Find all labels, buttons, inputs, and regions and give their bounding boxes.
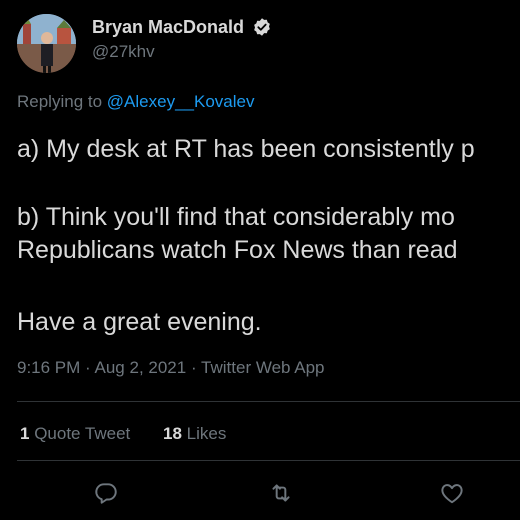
like-icon bbox=[441, 484, 463, 504]
replying-to-line: Replying to @Alexey__Kovalev bbox=[17, 92, 254, 112]
retweet-button[interactable] bbox=[268, 480, 294, 506]
tweet-meta: 9:16 PM · Aug 2, 2021 · Twitter Web App bbox=[17, 358, 325, 378]
avatar-photo bbox=[17, 14, 76, 73]
like-count: 18 bbox=[163, 424, 182, 443]
quote-count: 1 bbox=[20, 424, 30, 443]
meta-separator: · bbox=[85, 358, 91, 377]
tweet-date[interactable]: Aug 2, 2021 bbox=[95, 358, 187, 377]
likes-stat[interactable]: 18 Likes bbox=[163, 424, 226, 444]
avatar[interactable] bbox=[17, 14, 76, 73]
tweet-source[interactable]: Twitter Web App bbox=[201, 358, 324, 377]
tweet-detail: Bryan MacDonald @27khv Replying to @Alex… bbox=[0, 0, 520, 520]
tweet-time[interactable]: 9:16 PM bbox=[17, 358, 80, 377]
divider bbox=[17, 401, 520, 402]
divider bbox=[17, 460, 520, 461]
like-button[interactable] bbox=[439, 480, 465, 506]
author-handle[interactable]: @27khv bbox=[92, 42, 155, 62]
meta-separator: · bbox=[190, 358, 197, 377]
verified-badge-icon bbox=[254, 18, 270, 36]
replying-to-label: Replying to bbox=[17, 92, 103, 111]
quote-tweets-stat[interactable]: 1 Quote Tweet bbox=[20, 424, 130, 444]
author-name[interactable]: Bryan MacDonald bbox=[92, 17, 244, 38]
like-label: Likes bbox=[186, 424, 227, 443]
tweet-text-line: Have a great evening. bbox=[17, 308, 262, 336]
tweet-text-line: b) Think you'll find that considerably m… bbox=[17, 203, 455, 231]
retweet-icon bbox=[272, 484, 290, 502]
tweet-text-line: Republicans watch Fox News than read bbox=[17, 236, 458, 264]
quote-label: Quote Tweet bbox=[34, 424, 131, 443]
reply-mention-link[interactable]: @Alexey__Kovalev bbox=[107, 92, 255, 111]
tweet-text-line: a) My desk at RT has been consistently p bbox=[17, 135, 475, 163]
reply-icon bbox=[95, 483, 117, 504]
reply-button[interactable] bbox=[93, 480, 119, 506]
